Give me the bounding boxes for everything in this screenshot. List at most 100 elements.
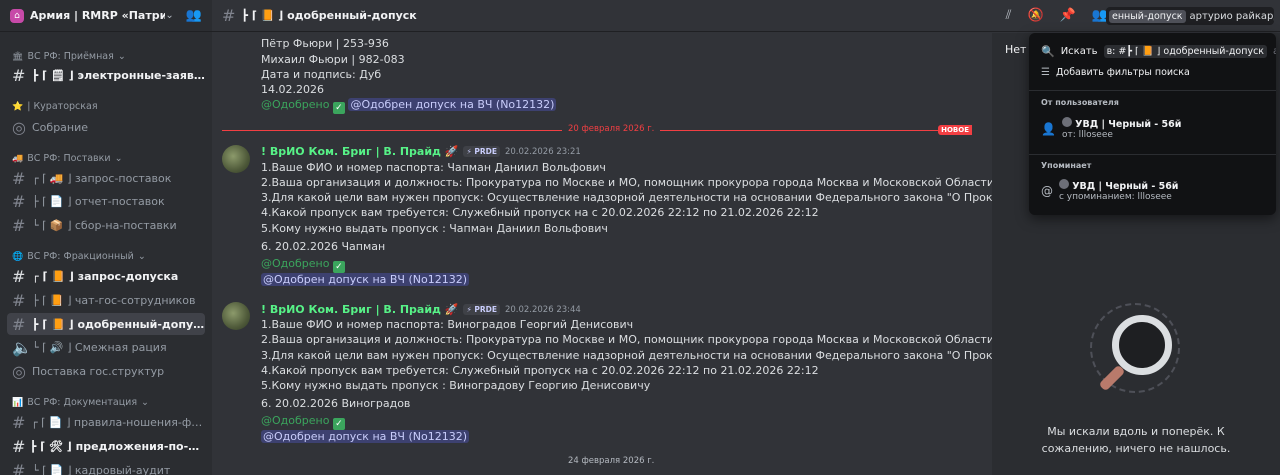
checkmark-icon: ✓ xyxy=(332,102,345,114)
category-postavki[interactable]: 🚚 ВС РФ: Поставки ⌄ xyxy=(12,153,123,164)
server-header[interactable]: ⌂ Армия | RMRP «Патрики» ⌄ 👥 xyxy=(0,0,212,32)
channel-predlozheniya[interactable]: #┣ ⌈ 🛠 ⌋ предложения-по-улуч... xyxy=(7,435,205,457)
message-line: 6. 20.02.2026 Чапман xyxy=(261,240,386,253)
channel-smezhnaya-raciya[interactable]: 🔈 └ ⌈ 🔊 ⌋ Смежная рация xyxy=(7,336,205,358)
search-in-channel-option[interactable]: 🔍 Искать в: #┣ ⌈ 📙 ⌋ одобренный-допуск а… xyxy=(1041,45,1276,58)
hash-icon: # xyxy=(12,65,26,85)
stage-icon: ◎ xyxy=(12,117,26,137)
user-avatar xyxy=(1059,179,1069,189)
role-mention[interactable]: @Одобрен допуск на ВЧ (No12132) xyxy=(261,273,469,286)
channel-elektronnye-zayavki[interactable]: # ┣ ⌈ 🗒 ⌋ электронные-заявки xyxy=(7,64,205,86)
message-header: ! ВрИО Ком. Бриг | В. Прайд 🚀 ⚡ PRDE 20.… xyxy=(261,303,581,316)
channel-list: 🏛 ВС РФ: Приёмная ⌄ # ┣ ⌈ 🗒 ⌋ электронные-з… xyxy=(0,32,212,475)
date-divider: 24 февраля 2026 г. xyxy=(222,456,972,466)
hash-icon: # xyxy=(12,215,26,235)
channel-postavka-gos-struktur[interactable]: ◎ Поставка гос.структур xyxy=(7,360,205,382)
clan-tag: ⚡ PRDE xyxy=(463,146,500,157)
date-label: 24 февраля 2026 г. xyxy=(562,456,661,466)
author-name[interactable]: ! ВрИО Ком. Бриг | В. Прайд 🚀 xyxy=(261,303,458,316)
channel-sidebar: ⌂ Армия | RMRP «Патрики» ⌄ 👥 🏛ВС РФ: При… xyxy=(0,0,212,475)
timestamp: 20.02.2026 23:44 xyxy=(504,304,581,315)
category-kuratorskaya[interactable]: ⭐ | Кураторская xyxy=(12,101,98,112)
hash-icon: # xyxy=(12,168,26,188)
filter-sliders-icon: ☰ xyxy=(1041,67,1050,78)
hash-icon: # xyxy=(12,436,26,456)
category-frakcionnyi[interactable]: 🌐 ВС РФ: Фракционный ⌄ xyxy=(12,251,146,262)
message-line: 2.Ваша организация и должность: Прокурат… xyxy=(261,176,992,189)
role-mention[interactable]: @Одобрен допуск на ВЧ (No12132) xyxy=(261,430,469,443)
server-icon: ⌂ xyxy=(10,8,24,23)
search-query: артурио райкард xyxy=(1189,10,1274,22)
message-line: 5.Кому нужно выдать пропуск : Чапман Дан… xyxy=(261,222,608,235)
search-icon: 🔍 xyxy=(1041,45,1055,58)
search-channel-chip[interactable]: енный-допуск xyxy=(1109,9,1186,23)
from-user-option[interactable]: 👤 УВД | Черный - 56й от: llloseee xyxy=(1041,117,1181,140)
avatar[interactable] xyxy=(222,302,250,330)
mute-bell-icon[interactable]: 🔕 xyxy=(1027,8,1043,23)
date-label: 20 февраля 2026 г. xyxy=(562,124,661,134)
hash-icon: # xyxy=(12,266,26,286)
approved-mention[interactable]: @Одобрено xyxy=(261,414,329,427)
approval-line: @Одобрено ✓ @Одобрен допуск на ВЧ (No121… xyxy=(261,98,557,114)
channel-odobrennyi-dopusk[interactable]: # ┣ ⌈ 📙 ⌋ одобренный-допуск xyxy=(7,313,205,335)
hash-icon: # xyxy=(12,290,26,310)
empty-results-text: Мы искали вдоль и поперёк. К сожалению, … xyxy=(1041,425,1231,455)
magnifier-illustration-icon xyxy=(1090,303,1180,393)
message-header: ! ВрИО Ком. Бриг | В. Прайд 🚀 ⚡ PRDE 20.… xyxy=(261,145,581,158)
search-options-dropdown: 🔍 Искать в: #┣ ⌈ 📙 ⌋ одобренный-допуск а… xyxy=(1029,33,1276,215)
message-line: 3.Для какой цели вам нужен пропуск: Осущ… xyxy=(261,349,992,362)
message-line: 6. 20.02.2026 Виноградов xyxy=(261,397,411,410)
channel-sbor-na-postavki[interactable]: # └ ⌈ 📦 ⌋ сбор-на-поставки xyxy=(7,214,205,236)
approved-mention[interactable]: @Одобрено xyxy=(261,257,329,270)
channel-otchet-postavok[interactable]: # ├ ⌈ 📄 ⌋ отчет-поставок xyxy=(7,190,205,212)
checkmark-icon: ✓ xyxy=(332,418,345,430)
hash-icon: # xyxy=(12,191,26,211)
hash-icon: # xyxy=(12,314,26,334)
approval-line: @Одобрено ✓ xyxy=(261,414,345,430)
role-mention[interactable]: @Одобрен допуск на ВЧ (No12132) xyxy=(348,98,557,111)
new-messages-divider: 20 февраля 2026 г. НОВОЕ xyxy=(222,124,972,135)
server-name: Армия | RMRP «Патрики» xyxy=(30,9,166,22)
search-input[interactable]: енный-допуск артурио райкард xyxy=(1106,7,1274,25)
message-line: 4.Какой пропуск вам требуется: Служебный… xyxy=(261,206,819,219)
stage-icon: ◎ xyxy=(12,361,26,381)
channel-zapros-postavok[interactable]: # ┌ ⌈ 🚚 ⌋ запрос-поставок xyxy=(7,167,205,189)
user-icon: 👤 xyxy=(1041,121,1056,136)
message-line: 14.02.2026 xyxy=(261,83,324,96)
from-user-header: От пользователя xyxy=(1041,98,1119,107)
message-line: 4.Какой пропуск вам требуется: Служебный… xyxy=(261,364,819,377)
user-avatar xyxy=(1061,117,1072,127)
hash-icon: # xyxy=(12,460,26,475)
channel-chat-gos-sotrudnikov[interactable]: # ├ ⌈ 📙 ⌋ чат-гос-сотрудников xyxy=(7,289,205,311)
voice-icon: 🔈 xyxy=(12,337,32,357)
at-sign-icon: @ xyxy=(1041,183,1053,198)
approval-line: @Одобрен допуск на ВЧ (No12132) xyxy=(261,430,469,443)
category-priemnaya[interactable]: 🏛 ВС РФ: Приёмная ⌄ xyxy=(12,51,126,62)
add-member-icon[interactable]: 👥 xyxy=(186,8,202,23)
message-line: Дата и подпись: Дуб xyxy=(261,68,382,81)
message-line: Михаил Фьюри | 982-083 xyxy=(261,53,405,66)
threads-icon[interactable]: ⫽ xyxy=(1006,8,1012,23)
channel-zapros-dopuska[interactable]: # ┌ ⌈ 📙 ⌋ запрос-допуска xyxy=(7,265,205,287)
channel-title: ┣ ⌈ 📙 ⌋ одобренный-допуск xyxy=(241,9,417,22)
avatar[interactable] xyxy=(222,145,250,173)
channel-header: # ┣ ⌈ 📙 ⌋ одобренный-допуск ⫽ 🔕 📌 👥 енны… xyxy=(212,0,1280,32)
pin-icon[interactable]: 📌 xyxy=(1060,8,1076,23)
channel-pravila-nosheniya[interactable]: # ┌ ⌈ 📄 ⌋ правила-ношения-фор... xyxy=(7,411,205,433)
message-list: Пётр Фьюри | 253-936 Михаил Фьюри | 982-… xyxy=(212,33,992,475)
checkmark-icon: ✓ xyxy=(332,261,345,273)
add-filters-option[interactable]: ☰ Добавить фильтры поиска xyxy=(1041,67,1190,78)
channel-sobranie[interactable]: ◎ Собрание xyxy=(7,116,205,138)
category-dokumentaciya[interactable]: 📊 ВС РФ: Документация ⌄ xyxy=(12,397,149,408)
author-name[interactable]: ! ВрИО Ком. Бриг | В. Прайд 🚀 xyxy=(261,145,458,158)
message-line: 5.Кому нужно выдать пропуск : Виноградов… xyxy=(261,379,651,392)
channel-kadrovyi-audit[interactable]: # └ ⌈ 📄 ⌋ кадровый-аудит xyxy=(7,459,205,475)
message-line: Пётр Фьюри | 253-936 xyxy=(261,37,389,50)
approval-line: @Одобрен допуск на ВЧ (No12132) xyxy=(261,273,469,286)
mentions-user-option[interactable]: @ УВД | Черный - 56й с упоминанием: lllo… xyxy=(1041,179,1178,202)
approved-mention[interactable]: @Одобрено xyxy=(261,98,329,111)
hash-icon: # xyxy=(12,412,26,432)
message-line: 2.Ваша организация и должность: Прокурат… xyxy=(261,333,992,346)
chevron-down-icon[interactable]: ⌄ xyxy=(165,10,173,21)
clan-tag: ⚡ PRDE xyxy=(463,304,500,315)
